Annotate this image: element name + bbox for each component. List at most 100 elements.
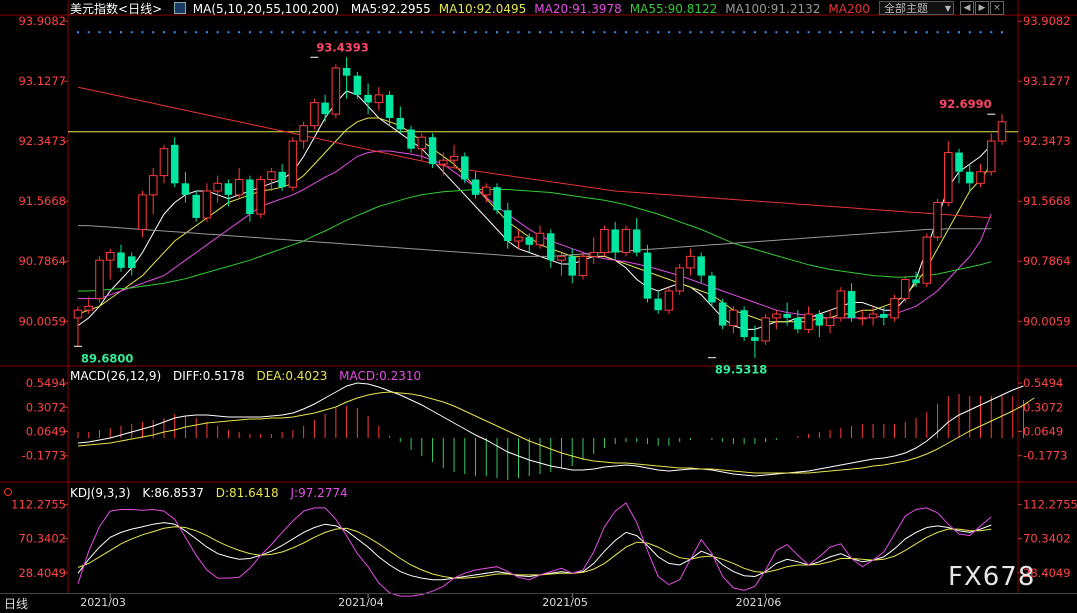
event-dot — [184, 31, 187, 34]
price-tick-left: 93.9082 — [18, 14, 66, 28]
macd-tick-right: -0.1773 — [1023, 449, 1067, 463]
ma-label[interactable]: MA(5,10,20,55,100,200) — [193, 2, 339, 16]
candle-body-up — [234, 178, 244, 196]
theme-selector[interactable]: 全部主题 ▼ — [879, 1, 954, 15]
candle-body-down — [353, 75, 362, 95]
candle-body-down — [385, 94, 394, 118]
candle-body-down — [643, 252, 652, 299]
event-dot — [721, 31, 724, 34]
candle-body-up — [535, 232, 545, 246]
candle-body-up — [439, 159, 448, 165]
chart-canvas[interactable]: 93.9082 93.9082 93.1277 93.1277 92.3473 92.34… — [0, 0, 1077, 612]
event-dot — [603, 31, 606, 34]
price-tick-left: 91.5668 — [18, 194, 66, 208]
candle-body-down — [611, 229, 619, 253]
candle-body-down — [632, 229, 641, 253]
candle-body-down — [493, 187, 501, 211]
candle-body-up — [95, 259, 104, 300]
kdj-settings-icon[interactable] — [4, 488, 12, 496]
event-dot — [162, 31, 165, 34]
kdj-d-value: D:81.6418 — [215, 486, 279, 500]
event-dot — [238, 31, 241, 34]
price-tick-left: 90.7864 — [18, 254, 66, 268]
macd-label: MACD(26,12,9) — [70, 369, 162, 383]
candle-body-down — [224, 183, 233, 195]
macd-tick-right: 0.3072 — [1023, 400, 1063, 414]
event-dot — [270, 31, 273, 34]
candle-body-down — [654, 298, 662, 311]
kdj-tick-left: 70.3402 — [18, 532, 66, 546]
event-dot — [496, 31, 499, 34]
candle-body-down — [278, 171, 286, 188]
event-dot — [367, 31, 370, 34]
macd-macd-value: MACD:0.2310 — [339, 369, 422, 383]
ma200-line — [77, 86, 992, 219]
event-dot — [635, 31, 638, 34]
main-chart-header: 美元指数<日线> MA(5,10,20,55,100,200) MA5:92.2… — [70, 1, 886, 17]
event-dot — [98, 31, 101, 34]
candle-body-down — [321, 102, 329, 115]
ma-value-5: MA200 — [828, 2, 870, 16]
event-dot — [324, 31, 327, 34]
candle-body-up — [578, 255, 588, 277]
macd-dea-line — [77, 391, 1035, 474]
candle-body-down — [880, 314, 888, 318]
candle-body-down — [364, 94, 372, 103]
event-dot — [968, 31, 971, 34]
candle-body-up — [922, 236, 932, 284]
event-dot — [743, 31, 746, 34]
candle-body-down — [192, 194, 200, 218]
price-tick-right: 91.5668 — [1023, 194, 1071, 208]
ma55-line — [78, 189, 992, 292]
candle-body-up — [138, 194, 147, 230]
candle-body-up — [213, 182, 222, 192]
candle-body-down — [127, 256, 136, 268]
next-button[interactable]: ▶ — [975, 1, 989, 15]
price-tick-right: 90.7864 — [1023, 254, 1071, 268]
event-dot — [442, 31, 445, 34]
theme-selector-label: 全部主题 — [884, 2, 928, 15]
candle-body-up — [804, 313, 813, 330]
macd-tick-left: 0.5494 — [26, 376, 66, 390]
ma-value-0: MA5:92.2955 — [350, 2, 431, 16]
candle-body-up — [310, 102, 319, 127]
event-dot — [453, 31, 456, 34]
candle-body-down — [181, 183, 190, 195]
kdj-label: KDJ(9,3,3) — [70, 486, 131, 500]
ma-value-2: MA20:91.3978 — [534, 2, 622, 16]
candle-body-up — [868, 313, 878, 319]
event-dot — [904, 31, 907, 34]
candle-body-up — [686, 255, 695, 269]
candle-body-down — [794, 317, 802, 330]
kdj-tick-right: 112.2755 — [1023, 497, 1077, 511]
close-button[interactable]: × — [990, 1, 1004, 15]
ma-indicator-icon[interactable] — [173, 2, 186, 14]
macd-tick-left: -0.1773 — [22, 449, 66, 463]
candle-body-down — [708, 275, 716, 303]
candle-body-down — [568, 256, 576, 276]
kdj-k-value: K:86.8537 — [142, 486, 204, 500]
event-dot — [248, 31, 251, 34]
candle-body-up — [331, 67, 341, 115]
event-dot — [227, 31, 230, 34]
event-dot — [958, 31, 961, 34]
candle-body-up — [482, 186, 491, 196]
candle-body-up — [997, 121, 1007, 142]
event-dot — [689, 31, 692, 34]
event-dot — [377, 31, 380, 34]
candle-body-up — [890, 298, 899, 319]
event-dot — [173, 31, 176, 34]
event-dot — [313, 31, 316, 34]
event-dot — [979, 31, 982, 34]
event-dot — [818, 31, 821, 34]
macd-dea-value: DEA:0.4023 — [256, 369, 328, 383]
prev-button[interactable]: ◀ — [960, 1, 974, 15]
event-dot — [807, 31, 810, 34]
kdj-tick-left: 28.4049 — [18, 566, 66, 580]
candle-body-up — [858, 317, 867, 320]
event-dot — [345, 31, 348, 34]
event-dot — [152, 31, 155, 34]
period-label[interactable]: 日线 — [0, 595, 28, 612]
event-dot — [710, 31, 713, 34]
annotation-label: 93.4393 — [316, 40, 368, 54]
